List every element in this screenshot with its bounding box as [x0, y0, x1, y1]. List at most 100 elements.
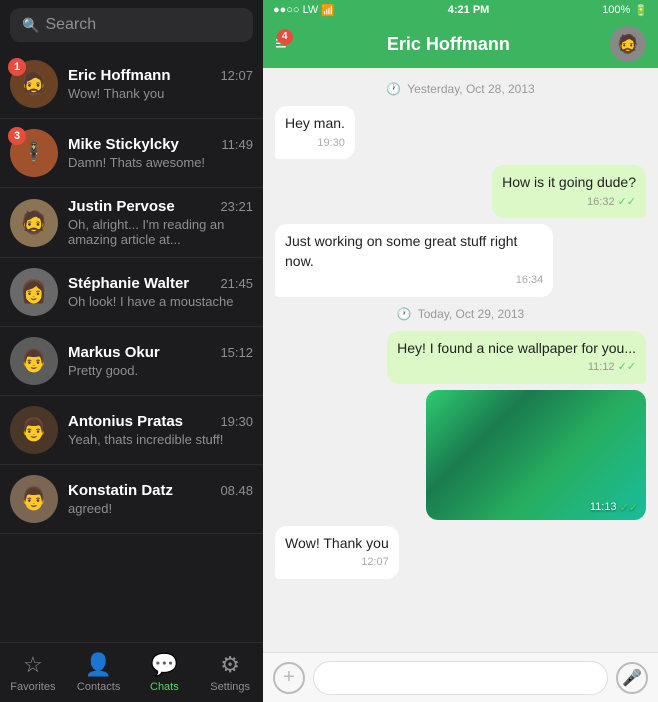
favorites-icon: ☆	[23, 652, 43, 678]
favorites-label: Favorites	[10, 681, 55, 693]
left-panel: 🔍 Search 🧔 1 Eric Hoffmann 12:07 Wow! Th…	[0, 0, 263, 702]
chat-info: Eric Hoffmann 12:07 Wow! Thank you	[68, 67, 253, 101]
message-text: Wow! Thank you	[285, 535, 389, 551]
avatar-wrap: 🧔	[10, 199, 58, 247]
add-attachment-button[interactable]: +	[273, 662, 305, 694]
date-divider: 🕐Yesterday, Oct 28, 2013	[275, 82, 646, 96]
chat-list-item[interactable]: 👨 Antonius Pratas 19:30 Yeah, thats incr…	[0, 396, 263, 465]
chat-list-item[interactable]: 🕴 3 Mike Stickylcky 11:49 Damn! Thats aw…	[0, 119, 263, 188]
chat-list-item[interactable]: 👩 Stéphanie Walter 21:45 Oh look! I have…	[0, 258, 263, 327]
message-time: 16:34	[516, 273, 544, 288]
avatar-wrap: 👨	[10, 406, 58, 454]
chat-list: 🧔 1 Eric Hoffmann 12:07 Wow! Thank you 🕴…	[0, 50, 263, 642]
chat-contact-name: Eric Hoffmann	[287, 34, 610, 55]
clock-icon: 🕐	[386, 82, 401, 96]
chat-time: 23:21	[220, 199, 253, 214]
chats-icon: 💬	[151, 652, 178, 678]
message-time: 16:32	[587, 195, 615, 210]
nav-item-favorites[interactable]: ☆ Favorites	[0, 652, 66, 693]
chat-preview: Pretty good.	[68, 363, 253, 378]
bottom-nav: ☆ Favorites 👤 Contacts 💬 Chats ⚙ Setting…	[0, 642, 263, 702]
avatar-wrap: 🕴 3	[10, 129, 58, 177]
message-text: Hey! I found a nice wallpaper for you...	[397, 340, 636, 356]
message-time: 12:07	[361, 555, 389, 570]
chat-time: 21:45	[220, 276, 253, 291]
chat-name: Mike Stickylcky	[68, 136, 179, 153]
chat-name: Konstatin Datz	[68, 482, 173, 499]
chat-time: 08.48	[220, 483, 253, 498]
voice-message-button[interactable]: 🎤	[616, 662, 648, 694]
chat-time: 12:07	[220, 68, 253, 83]
chat-info: Antonius Pratas 19:30 Yeah, thats incred…	[68, 413, 253, 447]
right-panel: ●●○○ LW 📶 4:21 PM 100% 🔋 ≡ 4 Eric Hoffma…	[263, 0, 658, 702]
unread-badge: 3	[8, 127, 26, 145]
menu-badge: 4	[277, 29, 293, 45]
chat-info: Konstatin Datz 08.48 agreed!	[68, 482, 253, 516]
chat-name: Eric Hoffmann	[68, 67, 171, 84]
chat-list-item[interactable]: 🧔 1 Eric Hoffmann 12:07 Wow! Thank you	[0, 50, 263, 119]
message-time: 19:30	[317, 136, 345, 151]
avatar-wrap: 👩	[10, 268, 58, 316]
chat-preview: Wow! Thank you	[68, 86, 253, 101]
message-text: Hey man.	[285, 115, 345, 131]
chat-info: Markus Okur 15:12 Pretty good.	[68, 344, 253, 378]
message-received: Hey man. 19:30	[275, 106, 355, 159]
avatar: 👨	[10, 406, 58, 454]
avatar-wrap: 👨	[10, 475, 58, 523]
avatar-wrap: 🧔 1	[10, 60, 58, 108]
chat-input-bar: + 🎤	[263, 652, 658, 702]
contacts-label: Contacts	[77, 681, 120, 693]
chat-info: Stéphanie Walter 21:45 Oh look! I have a…	[68, 275, 253, 309]
nav-item-chats[interactable]: 💬 Chats	[132, 652, 198, 693]
chat-list-item[interactable]: 👨 Markus Okur 15:12 Pretty good.	[0, 327, 263, 396]
search-label: Search	[45, 16, 96, 34]
date-divider: 🕐Today, Oct 29, 2013	[275, 307, 646, 321]
nav-item-settings[interactable]: ⚙ Settings	[197, 652, 263, 693]
chat-name: Justin Pervose	[68, 198, 175, 215]
check-marks: ✓✓	[620, 501, 638, 514]
avatar: 👨	[10, 475, 58, 523]
check-marks: ✓✓	[618, 360, 636, 375]
chat-name: Stéphanie Walter	[68, 275, 189, 292]
message-input[interactable]	[313, 661, 608, 695]
chat-preview: Oh look! I have a moustache	[68, 294, 253, 309]
avatar: 🧔	[10, 199, 58, 247]
chat-time: 19:30	[220, 414, 253, 429]
chat-info: Mike Stickylcky 11:49 Damn! Thats awesom…	[68, 136, 253, 170]
menu-button[interactable]: ≡ 4	[275, 33, 287, 56]
message-text: Just working on some great stuff right n…	[285, 233, 517, 269]
message-sent: Hey! I found a nice wallpaper for you...…	[387, 331, 646, 384]
contacts-icon: 👤	[85, 652, 112, 678]
chat-name: Markus Okur	[68, 344, 160, 361]
chat-preview: Yeah, thats incredible stuff!	[68, 432, 253, 447]
chat-time: 15:12	[220, 345, 253, 360]
settings-icon: ⚙	[220, 652, 240, 678]
chat-preview: agreed!	[68, 501, 253, 516]
check-marks: ✓✓	[618, 195, 636, 210]
status-battery: 100% 🔋	[602, 4, 648, 17]
search-icon: 🔍	[22, 17, 39, 34]
chat-name: Antonius Pratas	[68, 413, 183, 430]
chat-header: ≡ 4 Eric Hoffmann 🧔	[263, 20, 658, 68]
image-message: 11:13 ✓✓	[426, 390, 646, 520]
contact-avatar[interactable]: 🧔	[610, 26, 646, 62]
message-sent: How is it going dude? 16:32 ✓✓	[492, 165, 646, 218]
message-received: Wow! Thank you 12:07	[275, 526, 399, 579]
chat-list-item[interactable]: 🧔 Justin Pervose 23:21 Oh, alright... I'…	[0, 188, 263, 258]
wifi-icon: 📶	[321, 4, 335, 17]
chat-time: 11:49	[221, 137, 253, 152]
search-bar[interactable]: 🔍 Search	[10, 8, 253, 42]
message-text: How is it going dude?	[502, 174, 636, 190]
messages-area: 🕐Yesterday, Oct 28, 2013 Hey man. 19:30 …	[263, 68, 658, 652]
chat-preview: Oh, alright... I'm reading an amazing ar…	[68, 217, 253, 247]
avatar: 👩	[10, 268, 58, 316]
chat-preview: Damn! Thats awesome!	[68, 155, 253, 170]
nav-item-contacts[interactable]: 👤 Contacts	[66, 652, 132, 693]
chat-list-item[interactable]: 👨 Konstatin Datz 08.48 agreed!	[0, 465, 263, 534]
clock-icon: 🕐	[397, 307, 412, 321]
chat-info: Justin Pervose 23:21 Oh, alright... I'm …	[68, 198, 253, 247]
status-signal: ●●○○ LW 📶	[273, 4, 335, 17]
status-bar: ●●○○ LW 📶 4:21 PM 100% 🔋	[263, 0, 658, 20]
battery-icon: 🔋	[634, 4, 648, 17]
message-time: 11:12	[588, 360, 615, 375]
